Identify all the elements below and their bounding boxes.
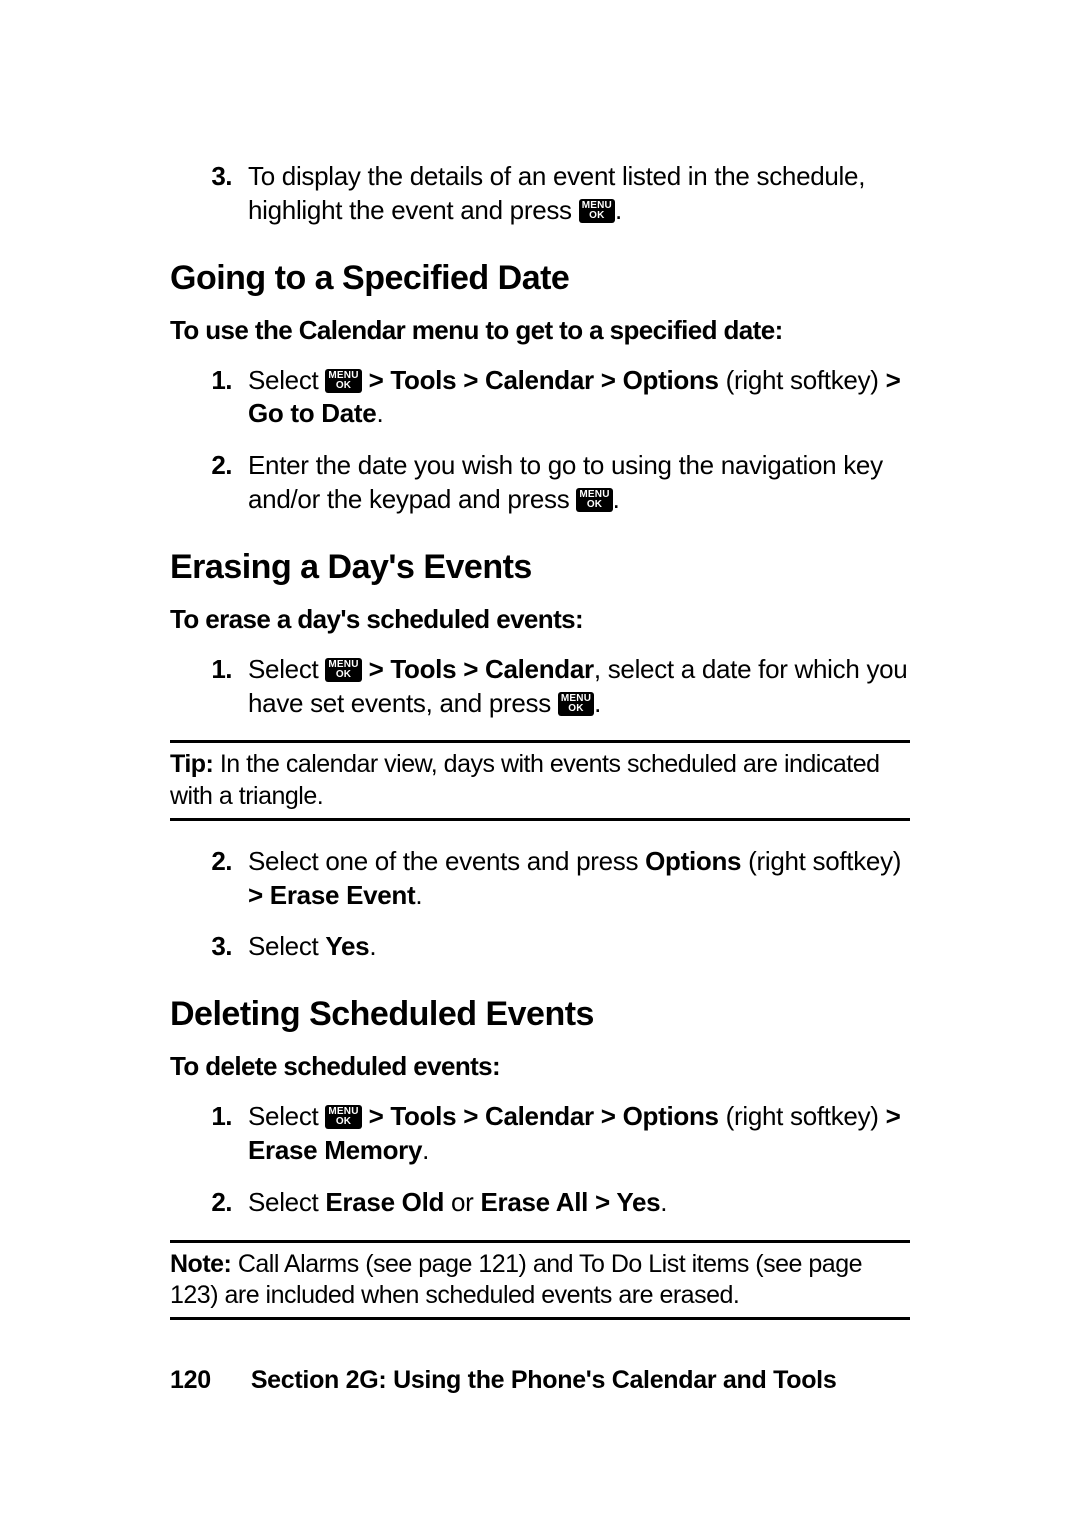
step-number: 3. <box>170 930 248 964</box>
erase-step1: 1. Select MENUOK > Tools > Calendar, sel… <box>170 653 910 721</box>
text: Select <box>248 654 325 684</box>
text: or <box>444 1187 480 1217</box>
text: . <box>376 398 383 428</box>
text: Select one of the events and press <box>248 846 645 876</box>
text: . <box>422 1135 429 1165</box>
note-box: Note: Call Alarms (see page 121) and To … <box>170 1240 910 1321</box>
text: . <box>660 1187 667 1217</box>
erase-steps-cont: 2. Select one of the events and press Op… <box>170 845 910 964</box>
list-item: 1. Select MENUOK > Tools > Calendar > Op… <box>170 1100 910 1168</box>
text: (right softkey) <box>719 1101 886 1131</box>
text: Select <box>248 931 325 961</box>
menu-ok-icon: MENUOK <box>576 488 612 512</box>
list-item: 1. Select MENUOK > Tools > Calendar > Op… <box>170 364 910 432</box>
text: Select <box>248 1101 325 1131</box>
bold-text: > Tools > Calendar > Options <box>362 1101 719 1131</box>
list-item: 2. Select Erase Old or Erase All > Yes. <box>170 1186 910 1220</box>
subhead-delete: To delete scheduled events: <box>170 1050 910 1084</box>
menu-ok-icon: MENUOK <box>558 692 594 716</box>
list-item: 1. Select MENUOK > Tools > Calendar, sel… <box>170 653 910 721</box>
text: Enter the date you wish to go to using t… <box>248 450 883 514</box>
step-body: Select Erase Old or Erase All > Yes. <box>248 1186 910 1220</box>
text: . <box>369 931 376 961</box>
goto-steps: 1. Select MENUOK > Tools > Calendar > Op… <box>170 364 910 517</box>
text: Select <box>248 365 325 395</box>
step-number: 2. <box>170 1186 248 1220</box>
list-item: 2. Select one of the events and press Op… <box>170 845 910 913</box>
list-item: 3. To display the details of an event li… <box>170 160 910 228</box>
menu-ok-icon: MENUOK <box>325 658 361 682</box>
bold-text: > Tools > Calendar > Options <box>362 365 719 395</box>
heading-goto-date: Going to a Specified Date <box>170 256 910 300</box>
tip-label: Tip: <box>170 750 213 778</box>
step-number: 1. <box>170 1100 248 1168</box>
bold-text: Options <box>645 846 741 876</box>
note-text: Call Alarms (see page 121) and To Do Lis… <box>170 1250 862 1309</box>
bold-text: Erase Old <box>325 1187 444 1217</box>
tip-box: Tip: In the calendar view, days with eve… <box>170 740 910 821</box>
manual-page: 3. To display the details of an event li… <box>0 0 1080 1526</box>
text: . <box>415 880 422 910</box>
step-body: To display the details of an event liste… <box>248 160 910 228</box>
text: (right softkey) <box>719 365 886 395</box>
step-body: Select one of the events and press Optio… <box>248 845 910 913</box>
bold-text: Yes <box>325 931 369 961</box>
step-number: 1. <box>170 653 248 721</box>
step-body: Enter the date you wish to go to using t… <box>248 449 910 517</box>
menu-ok-icon: MENUOK <box>579 199 615 223</box>
text: To display the details of an event liste… <box>248 161 865 225</box>
text: . <box>594 688 601 718</box>
tip-text: In the calendar view, days with events s… <box>170 750 880 809</box>
text: . <box>613 484 620 514</box>
menu-ok-icon: MENUOK <box>325 369 361 393</box>
step-body: Select Yes. <box>248 930 910 964</box>
heading-delete-scheduled: Deleting Scheduled Events <box>170 992 910 1036</box>
heading-erase-day: Erasing a Day's Events <box>170 545 910 589</box>
step-body: Select MENUOK > Tools > Calendar > Optio… <box>248 364 910 432</box>
subhead-erase: To erase a day's scheduled events: <box>170 603 910 637</box>
text: . <box>615 195 622 225</box>
text: Select <box>248 1187 325 1217</box>
step-number: 2. <box>170 449 248 517</box>
delete-steps: 1. Select MENUOK > Tools > Calendar > Op… <box>170 1100 910 1219</box>
step-body: Select MENUOK > Tools > Calendar, select… <box>248 653 910 721</box>
step-number: 3. <box>170 160 248 228</box>
subhead-goto: To use the Calendar menu to get to a spe… <box>170 314 910 348</box>
step-number: 2. <box>170 845 248 913</box>
section-label: Section 2G: Using the Phone's Calendar a… <box>251 1366 837 1394</box>
list-item: 3. Select Yes. <box>170 930 910 964</box>
bold-text: Erase All > Yes <box>480 1187 660 1217</box>
step-body: Select MENUOK > Tools > Calendar > Optio… <box>248 1100 910 1168</box>
intro-step-list: 3. To display the details of an event li… <box>170 160 910 228</box>
bold-text: > Erase Event <box>248 880 415 910</box>
text: (right softkey) <box>741 846 901 876</box>
note-label: Note: <box>170 1250 231 1278</box>
page-footer: 120 Section 2G: Using the Phone's Calenda… <box>170 1364 836 1397</box>
page-number: 120 <box>170 1366 211 1394</box>
menu-ok-icon: MENUOK <box>325 1105 361 1129</box>
list-item: 2. Enter the date you wish to go to usin… <box>170 449 910 517</box>
bold-text: > Tools > Calendar <box>362 654 594 684</box>
step-number: 1. <box>170 364 248 432</box>
